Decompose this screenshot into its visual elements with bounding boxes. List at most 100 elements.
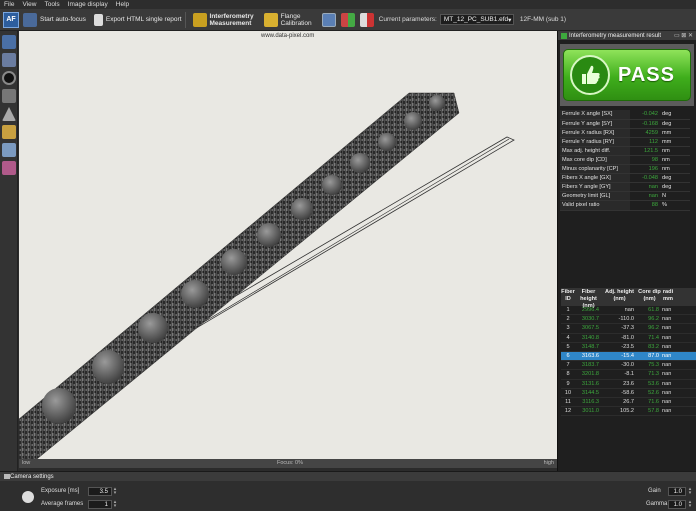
param-row: Max core dip [CD] 98 nm xyxy=(560,155,690,166)
exposure-input[interactable]: 3.5 xyxy=(88,487,112,496)
image-icon[interactable] xyxy=(2,143,16,157)
adj-height-cell: 23.6 xyxy=(623,380,634,387)
fiber-row[interactable]: 9 3131.6 23.6 53.6 nan xyxy=(561,380,696,389)
core-dip-cell: 57.8 xyxy=(648,408,659,415)
fiber-id-cell: 10 xyxy=(564,389,572,396)
col-core-dip[interactable]: Core dip (nm) xyxy=(637,288,662,306)
param-label: Max adj. height diff. xyxy=(560,146,630,156)
radius-cell: nan xyxy=(662,362,672,369)
param-value: 98 xyxy=(630,155,660,166)
lens-icon[interactable] xyxy=(2,71,16,85)
fiber-row[interactable]: 7 3183.7 -30.0 75.3 nan xyxy=(561,361,696,371)
gamma-input[interactable]: 1.0 xyxy=(668,500,686,509)
fiber-row[interactable]: 8 3201.8 -8.1 71.3 nan xyxy=(561,370,696,380)
adj-height-cell: -58.6 xyxy=(621,389,634,396)
radius-cell: nan xyxy=(662,371,672,378)
panel-controls[interactable]: ▭ ⊠ ✕ xyxy=(674,32,693,39)
param-row: Ferrule X radius [RX] 4259 mm xyxy=(560,128,690,138)
radius-cell: nan xyxy=(662,325,672,332)
result-panel: Interferometry measurement result ▭ ⊠ ✕ … xyxy=(557,31,696,471)
param-row: Ferrule Y angle [SY] -0.168 deg xyxy=(560,119,690,129)
pass-text: PASS xyxy=(618,63,675,86)
fiber-id-cell: 2 xyxy=(566,316,570,323)
core-dip-cell: 61.8 xyxy=(648,307,659,314)
param-unit: % xyxy=(660,200,690,211)
focus-label: Focus: 0% xyxy=(277,460,303,466)
fiber-height-cell: 3183.7 xyxy=(581,362,599,369)
col-adj-height[interactable]: Adj. height (nm) xyxy=(602,288,637,306)
avg-frames-input[interactable]: 1 xyxy=(88,500,112,509)
menu-image-display[interactable]: Image display xyxy=(64,1,112,8)
param-label: Minus coplanarity [CP] xyxy=(560,164,630,175)
thumbs-up-icon xyxy=(570,55,610,95)
interferometry-button[interactable]: Interferometry Measurement xyxy=(192,10,254,30)
menu-help[interactable]: Help xyxy=(112,1,133,8)
param-label: Geometry limit [GL] xyxy=(560,191,630,202)
gain-input[interactable]: 1.0 xyxy=(668,487,686,496)
adj-height-cell: 105.2 xyxy=(620,408,634,415)
fiber-height-cell: 3201.8 xyxy=(581,371,599,378)
fiber-row[interactable]: 1 2996.4 nan 61.8 nan xyxy=(561,306,696,316)
param-unit: deg xyxy=(660,182,690,193)
fiber-row[interactable]: 6 3163.6 -15.4 87.0 nan xyxy=(561,351,696,362)
param-unit: nm xyxy=(660,164,690,175)
menu-file[interactable]: File xyxy=(0,1,18,8)
param-unit: nm xyxy=(660,146,690,156)
grid-view-button[interactable] xyxy=(340,10,358,30)
param-unit: deg xyxy=(660,119,690,129)
radius-cell: nan xyxy=(662,380,672,387)
report-icon[interactable] xyxy=(2,125,16,139)
adj-height-cell: -23.5 xyxy=(621,343,634,350)
avg-frames-stepper[interactable]: ▴ ▾ xyxy=(112,500,118,509)
param-value: 121.5 xyxy=(630,146,660,156)
col-fiber-id[interactable]: Fiber ID xyxy=(561,288,575,306)
result-icon xyxy=(561,32,567,39)
exposure-label: Exposure [ms] xyxy=(41,488,80,494)
adj-height-cell: nan xyxy=(624,307,634,314)
fiber-row[interactable]: 11 3116.3 26.7 71.6 nan xyxy=(561,398,696,408)
gain-stepper[interactable]: ▴ ▾ xyxy=(687,487,693,496)
fiber-row[interactable]: 2 3030.7 -110.0 96.2 nan xyxy=(561,315,696,325)
param-value: -0.042 xyxy=(630,110,660,120)
auto-focus-button[interactable]: Start auto-focus xyxy=(23,10,86,30)
gamma-stepper[interactable]: ▴ ▾ xyxy=(687,500,693,509)
exposure-stepper[interactable]: ▴ ▾ xyxy=(112,487,118,496)
fiber-row[interactable]: 3 3067.5 -37.3 96.2 nan xyxy=(561,324,696,334)
col-radius[interactable]: radi mm xyxy=(662,288,674,306)
fiber-row[interactable]: 10 3144.5 -58.6 52.6 nan xyxy=(561,389,696,398)
stack-icon[interactable] xyxy=(2,53,16,67)
surface-render xyxy=(19,92,515,459)
menu-tools[interactable]: Tools xyxy=(40,1,63,8)
core-dip-cell: 71.4 xyxy=(648,334,659,341)
tag-button[interactable] xyxy=(321,10,339,30)
adj-height-cell: -81.0 xyxy=(621,334,634,341)
param-row: Valid pixel ratio 88% xyxy=(560,200,690,211)
fiber-row[interactable]: 5 3148.7 -23.5 83.2 nan xyxy=(561,343,696,352)
database-icon[interactable] xyxy=(2,161,16,175)
settings-button[interactable] xyxy=(359,10,377,30)
export-html-button[interactable]: Export HTML single report xyxy=(93,10,182,30)
param-label: Ferrule X angle [SX] xyxy=(560,110,630,120)
scale-high-label: high xyxy=(543,460,554,466)
surface-3d-view[interactable]: www.data-pixel.com xyxy=(19,31,557,459)
warning-icon[interactable] xyxy=(2,107,16,121)
toolbar-divider xyxy=(184,11,186,28)
menu-bar: File View Tools Image display Help xyxy=(0,0,696,9)
fiber-id-cell: 6 xyxy=(566,353,570,360)
menu-view[interactable]: View xyxy=(18,1,40,8)
flange-line1: Flange xyxy=(280,12,301,20)
core-dip-cell: 96.2 xyxy=(648,316,659,323)
flange-calibration-button[interactable]: Flange Calibration xyxy=(263,10,312,30)
adj-height-cell: -30.0 xyxy=(621,362,634,369)
fiber-row[interactable]: 12 3011.0 105.2 57.8 nan xyxy=(561,407,696,417)
fiber-id-cell: 12 xyxy=(564,408,572,415)
flange-icon xyxy=(263,12,278,27)
params-dropdown[interactable]: MT_12_PC_SUB1.efd ▾ xyxy=(439,14,514,25)
radius-cell: nan xyxy=(662,408,672,415)
col-fiber-height[interactable]: Fiber height (nm) xyxy=(575,288,602,309)
result-panel-title: Interferometry measurement result xyxy=(569,32,662,39)
chart-icon[interactable] xyxy=(2,35,16,49)
fiber-row[interactable]: 4 3140.8 -81.0 71.4 nan xyxy=(561,334,696,343)
af-button[interactable]: AF xyxy=(3,10,19,30)
profile-icon[interactable] xyxy=(2,89,16,103)
